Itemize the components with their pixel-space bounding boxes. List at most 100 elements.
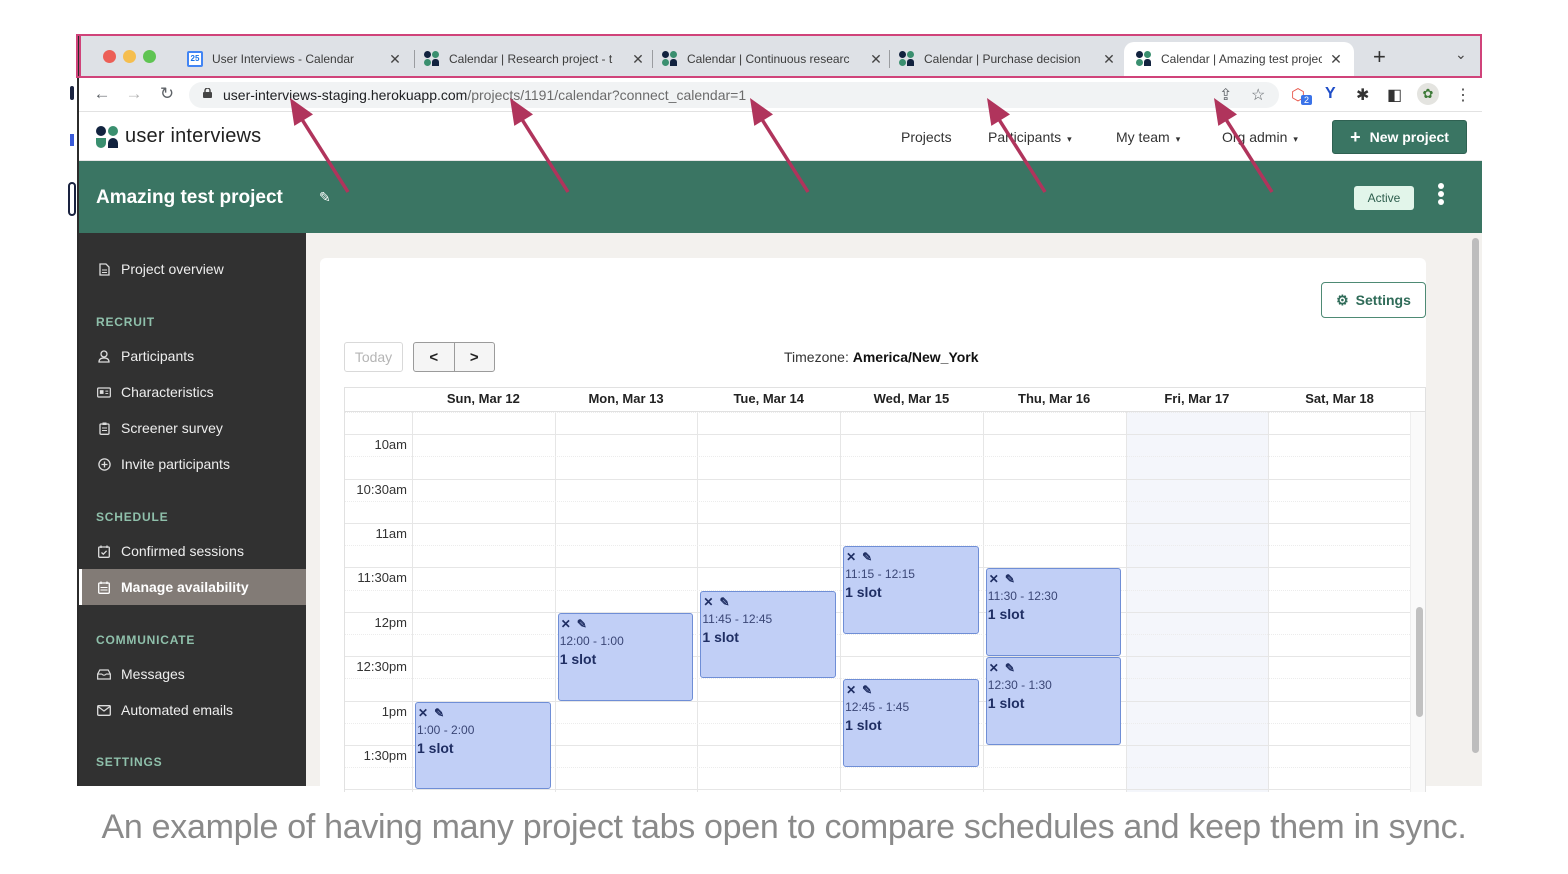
edit-block-icon[interactable]: ✎ — [719, 595, 729, 609]
delete-block-icon[interactable]: ✕ — [846, 683, 856, 697]
maximize-window-button[interactable] — [143, 50, 156, 63]
chevron-down-icon: ▾ — [1293, 134, 1298, 144]
user-interviews-logo[interactable]: user interviews — [96, 125, 261, 148]
previous-week-button[interactable]: < — [414, 343, 455, 371]
close-tab-icon[interactable]: ✕ — [630, 51, 646, 68]
clipboard-icon — [97, 421, 111, 435]
close-window-button[interactable] — [103, 50, 116, 63]
block-actions: ✕ ✎ — [845, 549, 977, 565]
browser-tab-active[interactable]: Calendar | Amazing test projec ✕ — [1124, 42, 1354, 76]
delete-block-icon[interactable]: ✕ — [989, 572, 999, 586]
availability-block[interactable]: ✕ ✎ 12:30 - 1:30 1 slot — [985, 657, 1122, 745]
delete-block-icon[interactable]: ✕ — [703, 595, 713, 609]
availability-block[interactable]: ✕ ✎ 12:45 - 1:45 1 slot — [843, 679, 979, 768]
time-label: 11:30am — [357, 570, 407, 586]
sidebar-item-characteristics[interactable]: Characteristics — [79, 374, 306, 410]
kebab-menu-icon[interactable] — [1433, 181, 1449, 211]
delete-block-icon[interactable]: ✕ — [418, 706, 428, 720]
envelope-icon — [97, 703, 111, 717]
block-time-range: 11:15 - 12:15 — [845, 567, 915, 582]
sidebar-item-invite-participants[interactable]: Invite participants — [79, 446, 306, 482]
time-label: 1:30pm — [363, 748, 407, 763]
sidebar-item-project-overview[interactable]: Project overview — [79, 251, 306, 287]
block-time-range: 12:00 - 1:00 — [559, 633, 624, 648]
calendar-day-headers: Sun, Mar 12 Mon, Mar 13 Tue, Mar 14 Wed, Ma… — [345, 388, 1425, 412]
calendar-settings-button[interactable]: ⚙ Settings — [1321, 282, 1426, 318]
profile-avatar-icon[interactable]: ✿ — [1417, 83, 1439, 105]
availability-block[interactable]: ✕ ✎ 11:15 - 12:15 1 slot — [843, 546, 979, 634]
section-heading-schedule: SCHEDULE — [96, 510, 169, 524]
back-button[interactable]: ← — [91, 84, 113, 104]
close-tab-icon[interactable]: ✕ — [1101, 51, 1117, 68]
sidebar-item-screener-survey[interactable]: Screener survey — [79, 410, 306, 446]
bookmark-star-icon[interactable]: ☆ — [1251, 85, 1265, 105]
close-tab-icon[interactable]: ✕ — [387, 51, 403, 68]
today-button[interactable]: Today — [344, 342, 403, 372]
delete-block-icon[interactable]: ✕ — [561, 617, 571, 631]
browser-menu-icon[interactable]: ⋮ — [1455, 85, 1471, 105]
nav-projects[interactable]: Projects — [901, 129, 952, 145]
new-project-label: New project — [1369, 129, 1449, 145]
tab-separator — [652, 50, 653, 68]
tab-list-chevron-icon[interactable]: ⌄ — [1455, 46, 1467, 63]
forward-button[interactable]: → — [123, 84, 145, 104]
grid-row-line — [345, 789, 1410, 791]
calendar-scrollbar[interactable] — [1410, 412, 1425, 792]
grid-row-line — [345, 434, 1410, 436]
delete-block-icon[interactable]: ✕ — [989, 661, 999, 675]
new-project-button[interactable]: + New project — [1332, 120, 1467, 154]
availability-block[interactable]: ✕ ✎ 11:30 - 12:30 1 slot — [985, 568, 1122, 657]
delete-block-icon[interactable]: ✕ — [846, 550, 856, 564]
extension-badge-icon[interactable]: ⬡ 2 — [1291, 85, 1313, 105]
availability-block[interactable]: ✕ ✎ 1:00 - 2:00 1 slot — [415, 701, 551, 790]
timezone-display: Timezone: America/New_York — [784, 349, 979, 365]
sidebar-item-manage-availability[interactable]: Manage availability — [79, 569, 306, 605]
reload-button[interactable]: ↻ — [156, 84, 178, 104]
sidebar-item-participants[interactable]: Participants — [79, 338, 306, 374]
background-window-edge — [68, 34, 77, 786]
nav-org-admin[interactable]: Org admin ▾ — [1222, 129, 1298, 145]
nav-my-team[interactable]: My team ▾ — [1116, 129, 1180, 145]
edit-block-icon[interactable]: ✎ — [862, 550, 872, 564]
nav-participants[interactable]: Participants ▾ — [988, 129, 1072, 145]
share-icon[interactable]: ⇪ — [1219, 85, 1232, 105]
sidebar-item-confirmed-sessions[interactable]: Confirmed sessions — [79, 533, 306, 569]
browser-tab[interactable]: 25 User Interviews - Calendar ✕ — [187, 42, 407, 76]
sidebar-item-messages[interactable]: Messages — [79, 656, 306, 692]
browser-tab[interactable]: Calendar | Research project - t ✕ — [424, 42, 646, 76]
new-tab-button[interactable]: + — [1373, 44, 1386, 70]
close-tab-icon[interactable]: ✕ — [868, 51, 884, 68]
availability-block[interactable]: ✕ ✎ 11:45 - 12:45 1 slot — [700, 590, 837, 679]
page-scrollbar[interactable] — [1469, 234, 1482, 786]
day-header: Sat, Mar 18 — [1305, 391, 1374, 406]
edit-block-icon[interactable]: ✎ — [1005, 572, 1015, 586]
pencil-edit-icon[interactable]: ✎ — [319, 189, 331, 206]
browser-tab[interactable]: Calendar | Continuous researc ✕ — [662, 42, 884, 76]
tab-title: Calendar | Research project - t — [449, 52, 613, 66]
user-interviews-icon — [424, 51, 440, 67]
close-tab-icon[interactable]: ✕ — [1328, 51, 1344, 68]
extensions-puzzle-icon[interactable]: ✱ — [1356, 85, 1369, 105]
calendar-check-icon — [97, 544, 111, 558]
availability-block[interactable]: ✕ ✎ 12:00 - 1:00 1 slot — [557, 612, 694, 701]
day-header: Mon, Mar 13 — [588, 391, 664, 406]
user-interviews-icon — [662, 51, 678, 67]
time-label: 12pm — [374, 614, 407, 630]
edit-block-icon[interactable]: ✎ — [862, 683, 872, 697]
minimize-window-button[interactable] — [123, 50, 136, 63]
time-label: 11am — [375, 526, 407, 541]
browser-tab[interactable]: Calendar | Purchase decision ✕ — [899, 42, 1117, 76]
timezone-value: America/New_York — [852, 349, 979, 365]
next-week-button[interactable]: > — [455, 343, 495, 371]
extension-vee-icon[interactable]: Y — [1325, 85, 1336, 103]
edit-block-icon[interactable]: ✎ — [1005, 661, 1015, 675]
nav-label: My team — [1116, 129, 1170, 145]
url-bar[interactable]: user-interviews-staging.herokuapp.com/pr… — [189, 82, 1279, 108]
edit-block-icon[interactable]: ✎ — [434, 706, 444, 720]
url-path: /projects/1191/calendar?connect_calendar… — [467, 87, 747, 103]
block-actions: ✕ ✎ — [845, 682, 977, 698]
address-toolbar: ← → ↻ user-interviews-staging.herokuapp.… — [79, 78, 1482, 112]
sidebar-item-automated-emails[interactable]: Automated emails — [79, 692, 306, 728]
side-panel-icon[interactable]: ◧ — [1387, 85, 1402, 105]
edit-block-icon[interactable]: ✎ — [577, 617, 587, 631]
